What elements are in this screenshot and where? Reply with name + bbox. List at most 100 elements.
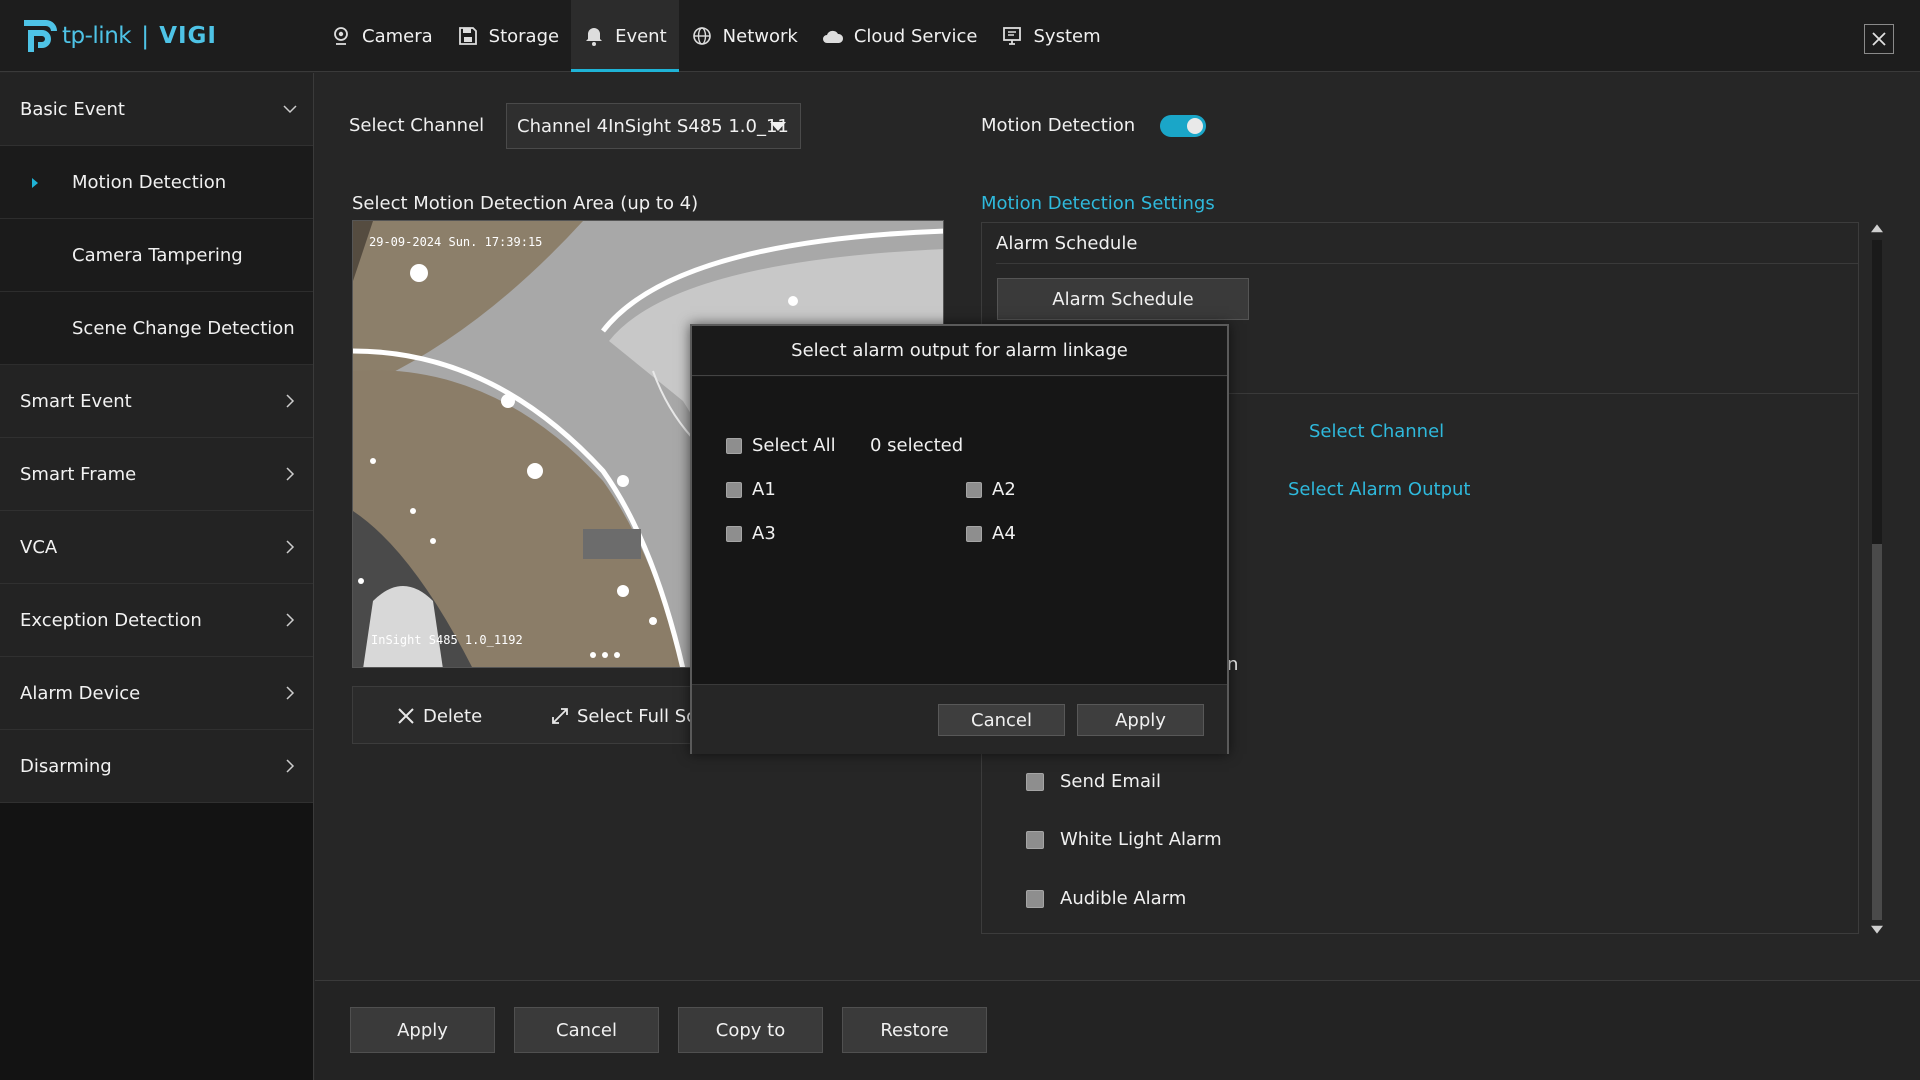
sidebar-group-label: Disarming (20, 755, 112, 777)
audible-alarm-checkbox[interactable]: Audible Alarm (1026, 888, 1186, 909)
channel-select[interactable]: Channel 4InSight S485 1.0_11 (506, 103, 801, 149)
nav-system-label: System (1033, 25, 1101, 47)
sidebar-group-label: Smart Frame (20, 463, 137, 485)
dialog-title: Select alarm output for alarm linkage (692, 326, 1227, 376)
send-email-checkbox[interactable]: Send Email (1026, 771, 1161, 792)
osd-timestamp: 29-09-2024 Sun. 17:39:15 (369, 235, 543, 249)
checkbox-box (1026, 772, 1044, 791)
logo-separator: | (141, 22, 150, 50)
settings-scrollbar[interactable] (1869, 222, 1885, 936)
white-light-alarm-checkbox[interactable]: White Light Alarm (1026, 829, 1222, 850)
sidebar-group-exception-detection[interactable]: Exception Detection (0, 584, 313, 657)
channel-select-value: Channel 4InSight S485 1.0_11 (517, 115, 789, 137)
osd-camera-name: InSight S485 1.0_1192 (371, 633, 523, 647)
cloud-icon (822, 25, 844, 47)
dialog-body: Select All 0 selected A1 A2 A3 A4 (692, 377, 1227, 684)
checkbox-label: A2 (992, 479, 1016, 500)
select-full-label: Select Full Sc (577, 705, 697, 727)
expand-icon (552, 708, 568, 724)
checkbox-label: A1 (752, 479, 776, 500)
dialog-cancel-button[interactable]: Cancel (938, 704, 1065, 736)
sidebar-item-label: Motion Detection (72, 171, 227, 193)
checkbox-label: A3 (752, 523, 776, 544)
dialog-footer: Cancel Apply (692, 684, 1227, 754)
sidebar-item-label: Camera Tampering (72, 244, 243, 266)
copy-to-button[interactable]: Copy to (678, 1007, 823, 1053)
nav-system[interactable]: System (989, 0, 1112, 72)
checkbox-box (966, 525, 982, 542)
sidebar-group-smart-frame[interactable]: Smart Frame (0, 438, 313, 511)
tp-link-vigi-logo: tp-link | VIGI (20, 14, 217, 58)
dialog-apply-button[interactable]: Apply (1077, 704, 1204, 736)
storage-icon (457, 25, 479, 47)
nav-cloud-service-label: Cloud Service (853, 25, 978, 47)
sidebar-item-scene-change-detection[interactable]: Scene Change Detection (0, 292, 313, 365)
main-nav: Camera Storage Event Network Cloud Servi… (318, 0, 1113, 72)
scroll-up-arrow-icon[interactable] (1871, 224, 1883, 233)
checkbox-box (726, 525, 742, 542)
checkbox-label: A4 (992, 523, 1016, 544)
sidebar-group-label: Smart Event (20, 390, 132, 412)
sidebar-item-camera-tampering[interactable]: Camera Tampering (0, 219, 313, 292)
apply-button[interactable]: Apply (350, 1007, 495, 1053)
select-full-screen-button[interactable]: Select Full Sc (551, 687, 696, 745)
chevron-right-icon (286, 394, 295, 408)
nav-cloud-service[interactable]: Cloud Service (810, 0, 990, 72)
delete-button[interactable]: Delete (397, 687, 482, 745)
nav-camera[interactable]: Camera (318, 0, 445, 72)
motion-detection-label: Motion Detection (981, 115, 1136, 136)
divider (996, 263, 1858, 264)
sidebar-group-basic-event[interactable]: Basic Event (0, 73, 313, 146)
select-channel-link[interactable]: Select Channel (1309, 421, 1444, 442)
nav-network[interactable]: Network (679, 0, 810, 72)
checkbox-box (966, 481, 982, 498)
scroll-thumb[interactable] (1872, 544, 1882, 920)
checkbox-label: White Light Alarm (1060, 829, 1222, 850)
select-all-checkbox[interactable]: Select All (726, 435, 836, 456)
alarm-output-dialog: Select alarm output for alarm linkage Se… (690, 324, 1229, 754)
checkbox-box (1026, 830, 1044, 849)
camera-icon (330, 25, 352, 47)
nav-event[interactable]: Event (571, 0, 679, 72)
sidebar-item-label: Scene Change Detection (72, 317, 295, 339)
alarm-schedule-button[interactable]: Alarm Schedule (997, 278, 1249, 320)
active-indicator-icon (32, 178, 38, 188)
checkbox-label: Audible Alarm (1060, 888, 1187, 909)
globe-icon (691, 25, 713, 47)
restore-button[interactable]: Restore (842, 1007, 987, 1053)
toggle-knob (1187, 118, 1203, 134)
dropdown-caret-icon (770, 122, 786, 131)
nav-storage[interactable]: Storage (445, 0, 571, 72)
tp-link-wordmark: tp-link (62, 23, 132, 49)
alarm-output-a3-checkbox[interactable]: A3 (726, 523, 776, 544)
alarm-output-a1-checkbox[interactable]: A1 (726, 479, 776, 500)
checkbox-box (726, 437, 742, 454)
close-button[interactable] (1864, 24, 1894, 54)
cancel-button[interactable]: Cancel (514, 1007, 659, 1053)
sidebar-group-label: Basic Event (20, 98, 125, 120)
sidebar-group-alarm-device[interactable]: Alarm Device (0, 657, 313, 730)
sidebar-group-disarming[interactable]: Disarming (0, 730, 313, 803)
select-channel-label: Select Channel (349, 115, 485, 136)
nav-storage-label: Storage (488, 25, 560, 47)
motion-detection-settings-title: Motion Detection Settings (981, 193, 1215, 214)
checkbox-label: Select All (752, 435, 836, 456)
sidebar-group-label: Exception Detection (20, 609, 202, 631)
bell-icon (583, 25, 605, 47)
chevron-right-icon (286, 613, 295, 627)
select-alarm-output-link[interactable]: Select Alarm Output (1288, 479, 1470, 500)
sidebar-group-smart-event[interactable]: Smart Event (0, 365, 313, 438)
sidebar-item-motion-detection[interactable]: Motion Detection (0, 146, 313, 219)
close-icon (1872, 32, 1886, 46)
detection-area-label: Select Motion Detection Area (up to 4) (352, 193, 699, 214)
sidebar-group-vca[interactable]: VCA (0, 511, 313, 584)
alarm-output-a2-checkbox[interactable]: A2 (966, 479, 1016, 500)
motion-detection-toggle[interactable] (1160, 115, 1206, 137)
monitor-icon (1001, 25, 1023, 47)
alarm-output-a4-checkbox[interactable]: A4 (966, 523, 1016, 544)
close-icon (398, 708, 414, 724)
vigi-wordmark: VIGI (159, 23, 217, 49)
chevron-right-icon (286, 540, 295, 554)
scroll-down-arrow-icon[interactable] (1871, 925, 1883, 934)
nav-event-label: Event (615, 25, 667, 47)
